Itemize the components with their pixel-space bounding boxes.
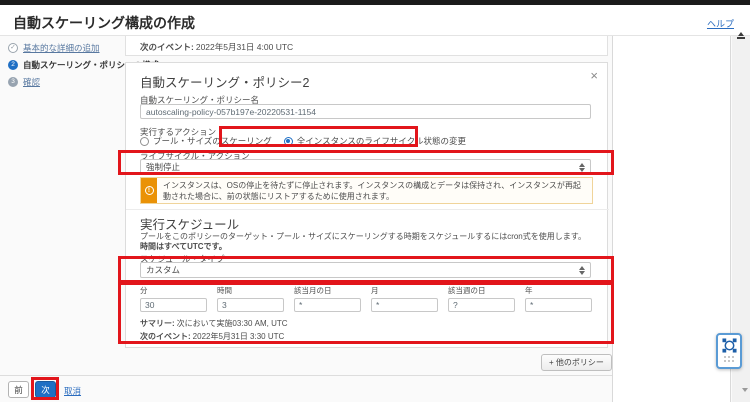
selection-circle-icon xyxy=(722,338,737,353)
cancel-link[interactable]: 取消 xyxy=(64,385,81,397)
step-done-check-icon: ✓ xyxy=(8,43,18,53)
pool-size-scaling-radio-label[interactable]: プール・サイズのスケーリング xyxy=(153,135,272,147)
previous-policy-card-bottom: 次のイベント:2022年5月31日 4:00 UTC xyxy=(125,36,608,56)
help-link[interactable]: ヘルプ xyxy=(707,17,734,30)
page-title: 自動スケーリング構成の作成 xyxy=(13,13,195,33)
autoscaling-policy-card: × 自動スケーリング・ポリシー2 自動スケーリング・ポリシー名 実行するアクショ… xyxy=(125,62,608,348)
cron-fields-row: 分 時間 該当月の日 月 該当週の日 年 xyxy=(140,285,592,312)
previous-button[interactable]: 前 xyxy=(8,381,29,398)
action-radio-group: プール・サイズのスケーリング 全インスタンスのライフサイクル状態の変更 xyxy=(140,135,466,147)
another-policy-button[interactable]: + 他のポリシー xyxy=(541,354,612,371)
cron-year-input[interactable] xyxy=(525,298,592,312)
step-basic-details-label: 基本的な詳細の追加 xyxy=(23,42,100,54)
policy-card-title: 自動スケーリング・ポリシー2 xyxy=(140,72,309,91)
cron-day-of-month-input[interactable] xyxy=(294,298,361,312)
lifecycle-state-change-radio-label[interactable]: 全インスタンスのライフサイクル状態の変更 xyxy=(297,135,466,147)
next-button[interactable]: 次 xyxy=(35,381,56,398)
warning-icon: ! xyxy=(141,178,157,203)
create-autoscaling-configuration-page: 自動スケーリング構成の作成 ヘルプ ✓ 基本的な詳細の追加 2 自動スケーリング… xyxy=(0,0,750,402)
schedule-type-select[interactable]: カスタム xyxy=(140,262,591,278)
lifecycle-action-value: 強制停止 xyxy=(146,162,180,172)
section-divider xyxy=(126,209,609,210)
scroll-down-caret-icon[interactable] xyxy=(742,388,748,392)
lifecycle-action-select[interactable]: 強制停止 xyxy=(140,159,591,175)
next-event-label: 次のイベント: xyxy=(140,42,194,52)
cron-hour-field: 時間 xyxy=(217,285,284,312)
lifecycle-state-change-radio[interactable] xyxy=(284,137,293,146)
warning-banner: ! インスタンスは、OSの停止を待たずに停止されます。インスタンスの構成とデータ… xyxy=(140,177,593,204)
step-number-icon: 3 xyxy=(8,77,18,87)
capture-tool-widget[interactable] xyxy=(716,333,742,369)
schedule-type-value: カスタム xyxy=(146,265,180,275)
cron-day-of-week-input[interactable] xyxy=(448,298,515,312)
page-header: 自動スケーリング構成の作成 ヘルプ xyxy=(0,5,750,36)
step-review-label: 確認 xyxy=(23,76,40,88)
policy-name-input[interactable] xyxy=(140,104,591,119)
cron-year-field: 年 xyxy=(525,285,592,312)
schedule-description-utc: 時間はすべてUTCです。 xyxy=(140,241,227,252)
cron-day-of-week-field: 該当週の日 xyxy=(448,285,515,312)
right-side-panel xyxy=(612,36,731,402)
schedule-summary: サマリー:次において実施03:30 AM, UTC xyxy=(140,318,288,329)
cron-day-of-month-field: 該当月の日 xyxy=(294,285,361,312)
cron-minute-input[interactable] xyxy=(140,298,207,312)
pool-size-scaling-radio[interactable] xyxy=(140,137,149,146)
cron-hour-input[interactable] xyxy=(217,298,284,312)
drag-handle-dots-icon xyxy=(724,356,734,362)
close-icon[interactable]: × xyxy=(590,69,598,82)
select-stepper-icon xyxy=(579,163,585,172)
cron-month-input[interactable] xyxy=(371,298,438,312)
cron-minute-field: 分 xyxy=(140,285,207,312)
next-event-value: 2022年5月31日 4:00 UTC xyxy=(196,42,293,52)
schedule-next-event: 次のイベント:2022年5月31日 3:30 UTC xyxy=(140,331,284,342)
select-stepper-icon xyxy=(579,266,585,275)
footer-divider xyxy=(0,375,612,376)
scroll-top-icon[interactable] xyxy=(736,32,745,39)
step-number-icon: 2 xyxy=(8,60,18,70)
warning-text: インスタンスは、OSの停止を待たずに停止されます。インスタンスの構成とデータは保… xyxy=(157,178,592,203)
cron-month-field: 月 xyxy=(371,285,438,312)
